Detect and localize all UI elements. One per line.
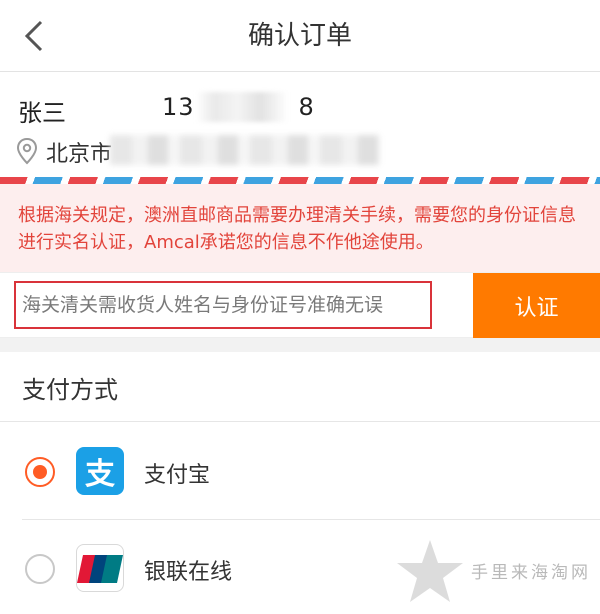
section-divider xyxy=(0,338,600,352)
header-bar: 确认订单 xyxy=(0,0,600,72)
verify-button[interactable]: 认证 xyxy=(473,273,600,339)
payment-option-alipay[interactable]: 支 支付宝 xyxy=(0,423,600,519)
id-info-input[interactable] xyxy=(14,281,432,329)
id-verification-row: 认证 xyxy=(0,272,600,339)
unionpay-logo-icon xyxy=(76,544,124,592)
shipping-address-card[interactable]: 张三 13 8 北京市 xyxy=(0,73,600,208)
recipient-name: 张三 xyxy=(18,99,66,127)
address-redaction-blur xyxy=(110,135,380,165)
location-pin-icon xyxy=(16,137,38,165)
airmail-border-stripe xyxy=(0,177,600,184)
customs-notice: 根据海关规定，澳洲直邮商品需要办理清关手续，需要您的身份证信息进行实名认证，Am… xyxy=(0,184,600,272)
divider xyxy=(0,421,600,422)
alipay-radio[interactable] xyxy=(25,457,55,487)
address-detail: 北京市 xyxy=(46,142,113,167)
page-title: 确认订单 xyxy=(247,21,352,51)
customs-notice-text: 根据海关规定，澳洲直邮商品需要办理清关手续，需要您的身份证信息进行实名认证，Am… xyxy=(18,205,576,253)
unionpay-radio[interactable] xyxy=(25,554,55,584)
payment-option-label: 支付宝 xyxy=(144,463,211,488)
phone-redaction-blur xyxy=(196,92,288,122)
alipay-logo-icon: 支 xyxy=(76,447,124,495)
payment-option-label: 银联在线 xyxy=(144,560,233,585)
payment-section-title: 支付方式 xyxy=(22,376,118,404)
payment-option-unionpay[interactable]: 银联在线 xyxy=(0,520,600,614)
